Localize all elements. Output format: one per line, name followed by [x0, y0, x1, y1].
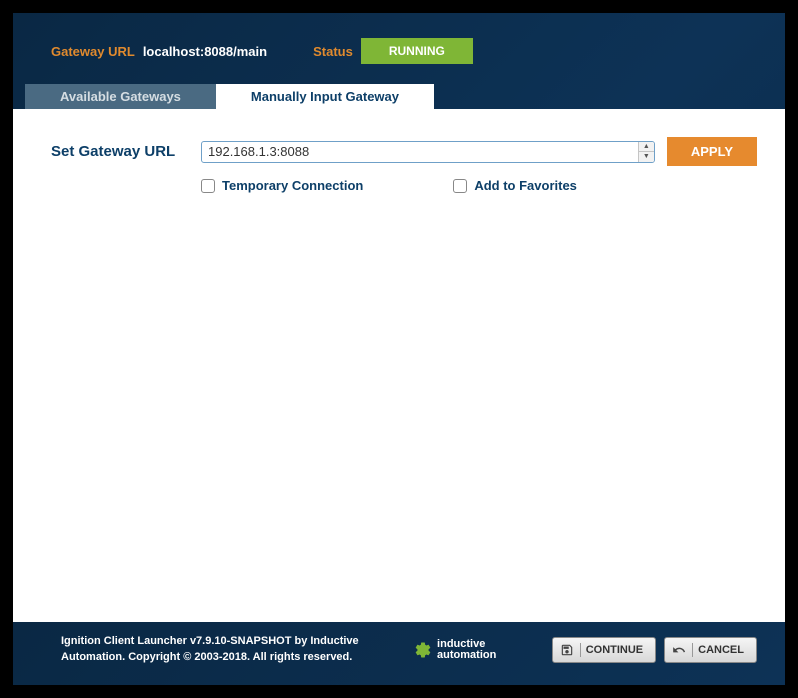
spinner-buttons: ▲ ▼: [638, 142, 654, 162]
header-bar: Gateway URL localhost:8088/main Status R…: [13, 13, 785, 84]
tab-label: Available Gateways: [60, 89, 181, 104]
footer-logo: inductive automation: [414, 639, 496, 661]
gateway-url-label: Gateway URL: [51, 44, 135, 59]
divider-icon: [692, 643, 693, 657]
checkbox-icon: [201, 179, 215, 193]
continue-button[interactable]: CONTINUE: [552, 637, 656, 663]
back-arrow-icon: [671, 642, 687, 658]
copyright-line-2: Automation. Copyright © 2003-2018. All r…: [61, 650, 359, 665]
outer-frame: Gateway URL localhost:8088/main Status R…: [0, 0, 798, 698]
tab-available-gateways[interactable]: Available Gateways: [25, 84, 216, 109]
footer-copyright: Ignition Client Launcher v7.9.10-SNAPSHO…: [61, 634, 359, 665]
logo-text: inductive automation: [437, 639, 496, 661]
spinner-down-icon[interactable]: ▼: [639, 152, 654, 162]
add-to-favorites-checkbox[interactable]: Add to Favorites: [453, 178, 577, 193]
gear-icon: [414, 641, 432, 659]
tab-label: Manually Input Gateway: [251, 89, 399, 104]
content-panel: Set Gateway URL ▲ ▼ APPLY Temporary Conn…: [13, 109, 785, 622]
divider-icon: [580, 643, 581, 657]
gateway-url-input[interactable]: [201, 141, 655, 163]
copyright-line-1: Ignition Client Launcher v7.9.10-SNAPSHO…: [61, 634, 359, 649]
gateway-url-value: localhost:8088/main: [143, 44, 267, 59]
temporary-connection-checkbox[interactable]: Temporary Connection: [201, 178, 363, 193]
add-to-favorites-label: Add to Favorites: [474, 178, 577, 193]
cancel-button[interactable]: CANCEL: [664, 637, 757, 663]
status-label: Status: [313, 44, 353, 59]
checkbox-icon: [453, 179, 467, 193]
logo-text-2: automation: [437, 650, 496, 661]
apply-button[interactable]: APPLY: [667, 137, 757, 166]
logo-text-1: inductive: [437, 639, 496, 650]
checkbox-row: Temporary Connection Add to Favorites: [51, 178, 757, 193]
status-badge: RUNNING: [361, 38, 473, 64]
continue-button-label: CONTINUE: [586, 644, 643, 656]
apply-button-label: APPLY: [691, 144, 733, 159]
gateway-url-row: Set Gateway URL ▲ ▼ APPLY: [51, 137, 757, 166]
set-gateway-url-label: Set Gateway URL: [51, 143, 189, 160]
footer-buttons: CONTINUE CANCEL: [552, 637, 757, 663]
save-icon: [559, 642, 575, 658]
tabs-row: Available Gateways Manually Input Gatewa…: [13, 84, 785, 109]
footer-bar: Ignition Client Launcher v7.9.10-SNAPSHO…: [13, 622, 785, 685]
tab-manually-input-gateway[interactable]: Manually Input Gateway: [216, 84, 434, 109]
app-window: Gateway URL localhost:8088/main Status R…: [13, 13, 785, 685]
url-input-wrapper: ▲ ▼: [201, 141, 655, 163]
cancel-button-label: CANCEL: [698, 644, 744, 656]
temporary-connection-label: Temporary Connection: [222, 178, 363, 193]
spinner-up-icon[interactable]: ▲: [639, 142, 654, 153]
